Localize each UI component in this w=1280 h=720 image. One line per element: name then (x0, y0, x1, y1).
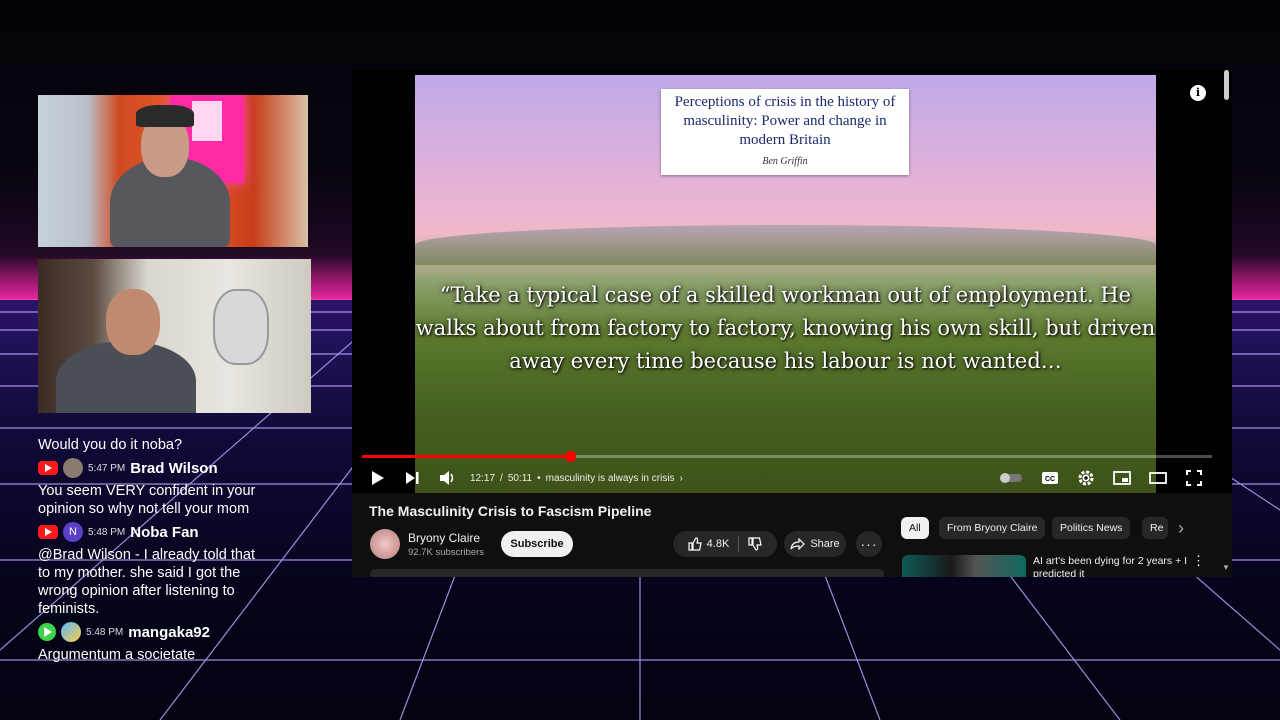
rumble-icon (38, 623, 56, 641)
chat-author: 5:47 PM Brad Wilson (38, 454, 258, 482)
subscriber-count: 92.7K subscribers (408, 547, 485, 558)
webcam-host-2 (38, 259, 311, 413)
book-cover: Perceptions of crisis in the history of … (661, 89, 909, 175)
avatar (63, 458, 83, 478)
video-title: The Masculinity Crisis to Fascism Pipeli… (369, 503, 652, 519)
like-button[interactable]: 4.8K (688, 537, 730, 551)
chevron-right-icon: › (679, 472, 683, 484)
info-icon[interactable]: i (1190, 85, 1206, 101)
youtube-window: Perceptions of crisis in the history of … (352, 70, 1232, 577)
chat-overlay: Would you do it noba? 5:47 PM Brad Wilso… (38, 436, 258, 664)
chip-partial[interactable]: Re (1142, 517, 1168, 539)
chat-message: Would you do it noba? (38, 437, 183, 453)
like-count: 4.8K (706, 538, 730, 550)
chat-time: 5:48 PM (88, 526, 126, 538)
quote-text: “Take a typical case of a skilled workma… (415, 283, 1156, 373)
channel-avatar[interactable] (370, 529, 400, 559)
fullscreen-button[interactable] (1182, 463, 1206, 493)
chat-message: You seem VERY confident in your opinion … (38, 483, 256, 517)
microphone (213, 289, 269, 365)
chevron-right-icon[interactable]: › (1178, 517, 1184, 539)
chat-message: @Brad Wilson - I already told that to my… (38, 547, 256, 617)
chat-author: 5:48 PM mangaka92 (38, 618, 258, 646)
chat-username: Noba Fan (130, 523, 199, 541)
svg-text:CC: CC (1045, 476, 1055, 483)
recommendation-thumbnail[interactable] (902, 555, 1026, 577)
thumbs-down-icon (748, 537, 763, 551)
miniplayer-icon (1113, 471, 1131, 485)
scroll-down-icon[interactable]: ▼ (1222, 563, 1230, 572)
captions-icon: CC (1042, 472, 1058, 484)
chapter-title[interactable]: masculinity is always in crisis (546, 473, 675, 484)
book-title: Perceptions of crisis in the history of … (674, 94, 896, 148)
theater-icon (1149, 472, 1167, 484)
autoplay-toggle[interactable] (998, 463, 1024, 493)
chip-from-channel[interactable]: From Bryony Claire (939, 517, 1046, 539)
host-1-cap (136, 105, 194, 127)
chip-all[interactable]: All (901, 517, 929, 539)
next-icon (406, 472, 419, 484)
video-frame: Perceptions of crisis in the history of … (415, 75, 1156, 493)
timecode: 12:17 / 50:11 • masculinity is always in… (470, 463, 683, 493)
theater-button[interactable] (1146, 463, 1170, 493)
youtube-icon (38, 461, 58, 475)
next-button[interactable] (400, 463, 424, 493)
subscribe-button[interactable]: Subscribe (501, 531, 573, 557)
share-button[interactable]: Share (784, 531, 846, 557)
youtube-icon (38, 525, 58, 539)
webcam-host-1 (38, 95, 308, 247)
avatar (61, 622, 81, 642)
more-actions-button[interactable]: ··· (856, 531, 882, 557)
description-box[interactable] (370, 569, 884, 577)
recommendation-title[interactable]: AI art's been dying for 2 years + I pred… (1033, 555, 1193, 577)
avatar: N (63, 522, 83, 542)
more-horizontal-icon: ··· (860, 536, 878, 552)
more-vertical-icon[interactable]: ⋮ (1192, 553, 1205, 569)
hills (415, 225, 1156, 265)
player-controls: 12:17 / 50:11 • masculinity is always in… (352, 463, 1232, 493)
time-current: 12:17 (470, 472, 496, 484)
dislike-button[interactable] (748, 537, 763, 551)
fullscreen-icon (1186, 470, 1202, 486)
time-total: 50:11 (507, 472, 533, 484)
time-separator: / (500, 472, 503, 484)
chat-author: N 5:48 PM Noba Fan (38, 518, 258, 546)
autoplay-icon (1000, 473, 1022, 483)
thumbs-up-icon (688, 537, 702, 551)
share-label: Share (810, 538, 840, 550)
chat-time: 5:48 PM (86, 626, 124, 638)
chat-time: 5:47 PM (88, 462, 126, 474)
play-icon (372, 471, 384, 485)
like-dislike-group: 4.8K (673, 531, 777, 557)
volume-button[interactable] (436, 463, 460, 493)
gear-icon (1078, 470, 1094, 486)
play-button[interactable] (366, 463, 390, 493)
bullet: • (537, 472, 541, 484)
share-icon (790, 538, 806, 550)
chat-message: Argumentum a societate (38, 647, 196, 663)
video-details: The Masculinity Crisis to Fascism Pipeli… (352, 493, 1232, 577)
host-2-head (106, 289, 160, 355)
video-player[interactable]: Perceptions of crisis in the history of … (352, 70, 1232, 493)
chat-username: mangaka92 (128, 623, 210, 641)
chat-username: Brad Wilson (130, 459, 218, 477)
captions-button[interactable]: CC (1038, 463, 1062, 493)
volume-icon (440, 471, 454, 485)
settings-button[interactable] (1074, 463, 1098, 493)
divider (738, 536, 740, 552)
channel-name[interactable]: Bryony Claire (408, 531, 480, 545)
chip-politics-news[interactable]: Politics News (1052, 517, 1131, 539)
book-author: Ben Griffin (762, 156, 808, 167)
progress-fill (362, 455, 571, 458)
miniplayer-button[interactable] (1110, 463, 1134, 493)
scrollbar[interactable] (1224, 70, 1229, 100)
progress-bar[interactable] (362, 451, 1212, 462)
